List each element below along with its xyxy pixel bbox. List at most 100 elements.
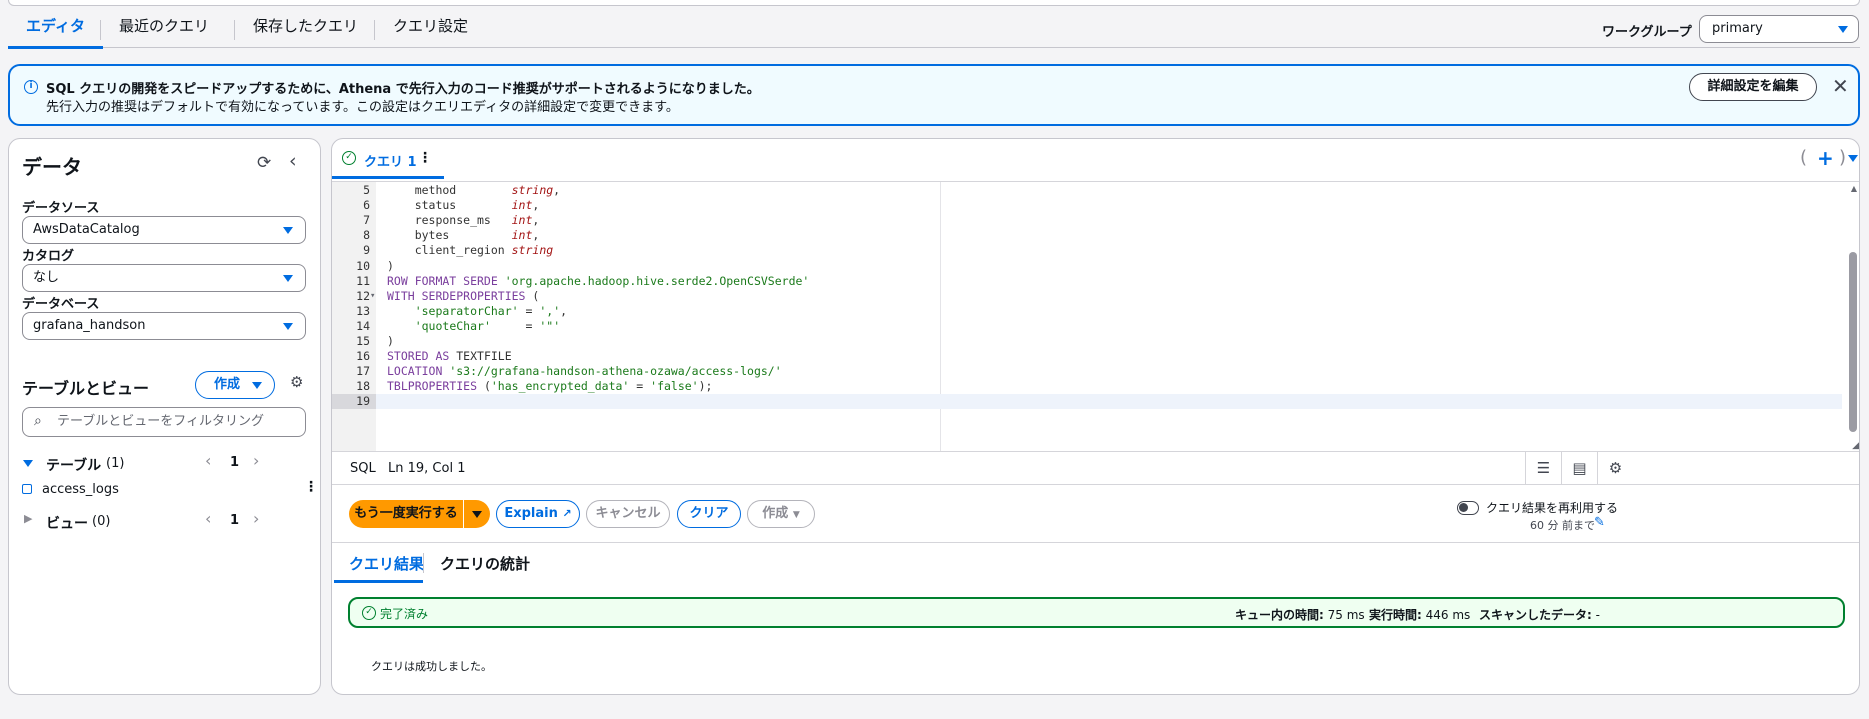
close-icon[interactable]: ✕ (1832, 74, 1849, 98)
clear-button[interactable]: クリア (677, 500, 741, 528)
table-filter-input[interactable]: ⌕ テーブルとビューをフィルタリング (22, 407, 306, 437)
datasource-label: データソース (22, 201, 100, 216)
views-page-number[interactable]: 1 (230, 513, 239, 528)
create-button[interactable]: 作成 (195, 371, 275, 399)
next-page-icon[interactable]: › (253, 509, 259, 528)
code-text: method string, (387, 183, 561, 197)
code-text: ROW FORMAT SERDE 'org.apache.hadoop.hive… (387, 273, 810, 288)
info-icon: i (24, 80, 38, 94)
code-line: 10) (332, 259, 1842, 274)
tab-saved-queries[interactable]: 保存したクエリ (235, 8, 376, 48)
sql-editor[interactable]: 5 method string, 6 status int, 7 response_… (332, 181, 1859, 452)
code-text: response_ms int, (387, 213, 540, 228)
tab-scroll-left-icon[interactable]: ( (1800, 147, 1807, 168)
reuse-results-label: クエリ結果を再利用する (1486, 501, 1619, 515)
workgroup-select[interactable]: primary (1699, 15, 1859, 43)
gear-icon[interactable]: ⚙ (290, 373, 303, 391)
line-number: 16 (356, 349, 370, 364)
views-count: (0) (92, 514, 111, 529)
caret-down-icon[interactable] (1848, 155, 1858, 162)
reuse-results-toggle[interactable] (1457, 501, 1479, 515)
tab-query-results[interactable]: クエリ結果 (349, 553, 424, 574)
explain-button[interactable]: Explain ↗ (496, 500, 580, 528)
add-query-icon[interactable]: + (1817, 146, 1834, 170)
code-line: 17 LOCATION 's3://grafana-handson-athena-… (332, 364, 1842, 379)
status-cursor-position: Ln 19, Col 1 (388, 461, 466, 476)
success-check-icon: ✓ (342, 151, 356, 165)
line-number: 15 (356, 334, 370, 348)
run-time: 実行時間: 446 ms (1369, 606, 1470, 623)
run-time-value: 446 ms (1425, 608, 1471, 622)
queue-time-label: キュー内の時間: (1235, 608, 1324, 622)
query-editor-panel: ✓ クエリ 1 ⋮ ( + ) 5 method string, 6 status… (331, 138, 1860, 695)
prev-page-icon[interactable]: ‹ (205, 451, 211, 470)
code-text: ) (387, 334, 394, 348)
tables-views-title: テーブルとビュー (22, 379, 150, 398)
results-tabs: クエリ結果 クエリの統計 (332, 542, 1859, 583)
scrollbar[interactable] (1849, 252, 1857, 432)
tab-query-settings[interactable]: クエリ設定 (375, 8, 486, 48)
refresh-icon[interactable]: ⟳ (257, 153, 271, 173)
tables-count: (1) (106, 456, 125, 471)
query-tab-1[interactable]: ✓ クエリ 1 ⋮ (332, 139, 444, 179)
database-select[interactable]: grafana_handson (22, 312, 306, 340)
tab-scroll-right-icon[interactable]: ) (1839, 147, 1846, 168)
fold-icon[interactable]: ▾ (370, 289, 375, 304)
caret-down-icon (252, 382, 262, 389)
next-page-icon[interactable]: › (253, 451, 259, 470)
datasource-select[interactable]: AwsDataCatalog (22, 216, 306, 244)
line-number: 6 (363, 198, 370, 213)
table-item-access-logs[interactable]: access_logs (42, 482, 119, 497)
run-again-button[interactable]: もう一度実行する (349, 500, 463, 528)
banner-body: 先行入力の推奨はデフォルトで有効になっています。この設定はクエリエディタの詳細設… (46, 100, 679, 115)
cancel-button[interactable]: キャンセル (586, 500, 670, 528)
tables-page-number[interactable]: 1 (230, 455, 239, 470)
line-number: 5 (363, 183, 370, 197)
format-icon[interactable]: ☰ (1525, 452, 1561, 484)
data-scanned: スキャンしたデータ: - (1479, 606, 1600, 623)
line-number: 8 (363, 228, 370, 243)
code-text: TBLPROPERTIES ('has_encrypted_data' = 'f… (387, 379, 713, 394)
line-number: 7 (363, 213, 370, 228)
create-menu-button[interactable]: 作成 ▼ (747, 500, 815, 528)
tab-recent-queries[interactable]: 最近のクエリ (101, 8, 227, 48)
caret-down-icon (283, 227, 293, 234)
query-status-box: ✓ 完了済み キュー内の時間: 75 ms 実行時間: 446 ms スキャンし… (348, 597, 1845, 628)
code-text: status int, (387, 198, 540, 213)
data-scanned-value: - (1595, 608, 1600, 622)
edit-icon[interactable]: ✎ (1594, 515, 1605, 530)
tab-query-stats[interactable]: クエリの統計 (440, 553, 530, 574)
create-label: 作成 (214, 377, 241, 392)
run-dropdown-button[interactable] (464, 500, 490, 528)
tables-section[interactable]: テーブル (1) (22, 453, 312, 477)
reuse-results-duration: 60 分 前まで (1530, 519, 1595, 532)
data-panel: データ ⟳ ‹ データソース AwsDataCatalog カタログ なし デー… (8, 138, 321, 695)
views-section[interactable]: ▶ ビュー (0) (22, 511, 312, 535)
prev-page-icon[interactable]: ‹ (205, 509, 211, 528)
data-scanned-label: スキャンしたデータ: (1479, 608, 1592, 622)
tables-section-label: テーブル (46, 458, 102, 474)
caret-down-icon (283, 275, 293, 282)
search-icon: ⌕ (34, 413, 42, 429)
query-tab-label: クエリ 1 (364, 155, 417, 170)
catalog-label: カタログ (22, 249, 75, 264)
active-tab-underline (334, 580, 423, 583)
line-number: 13 (356, 303, 370, 318)
code-line: 11 ROW FORMAT SERDE 'org.apache.hadoop.hi… (332, 274, 1842, 289)
code-line: 12 ▾ WITH SERDEPROPERTIES ( (332, 289, 1842, 304)
catalog-select[interactable]: なし (22, 264, 306, 292)
status-language: SQL (350, 461, 376, 476)
resize-handle-icon[interactable]: ◢ (1852, 441, 1859, 451)
edit-preferences-button[interactable]: 詳細設定を編集 (1689, 73, 1817, 101)
table-icon (22, 484, 32, 494)
code-text: ) (387, 258, 394, 273)
collapse-icon[interactable]: ‹ (289, 150, 297, 172)
scroll-up-icon[interactable]: ▲ (1851, 184, 1857, 193)
code-line: 6 status int, (332, 198, 1842, 213)
more-options-icon[interactable]: ⋮ (418, 150, 432, 166)
line-number: 9 (363, 243, 370, 258)
tab-editor[interactable]: エディタ (8, 8, 103, 49)
gear-icon[interactable]: ⚙ (1597, 452, 1633, 484)
keyboard-icon[interactable]: ▤ (1561, 452, 1597, 484)
more-options-icon[interactable]: ⋮ (304, 479, 318, 495)
